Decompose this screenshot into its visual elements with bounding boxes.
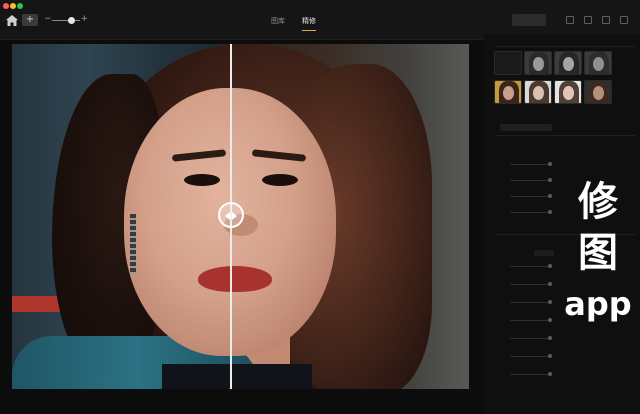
- toolbar-icon[interactable]: [584, 16, 592, 24]
- adjust-slider-knob[interactable]: [548, 194, 552, 198]
- preset-thumbnail[interactable]: [494, 80, 522, 104]
- preset-thumbnail[interactable]: [584, 51, 612, 75]
- photo-canvas[interactable]: [12, 44, 469, 389]
- maximize-window-button[interactable]: [17, 3, 23, 9]
- zoom-slider[interactable]: − +: [44, 14, 88, 26]
- adjust-slider-knob[interactable]: [548, 264, 552, 268]
- caption-line-3: app: [564, 285, 632, 323]
- adjust-slider[interactable]: [510, 266, 550, 267]
- minimize-window-button[interactable]: [10, 3, 16, 9]
- earring: [130, 214, 136, 274]
- preset-tag[interactable]: [500, 124, 552, 131]
- adjust-slider-knob[interactable]: [548, 178, 552, 182]
- adjust-slider-knob[interactable]: [548, 210, 552, 214]
- add-button[interactable]: +: [22, 14, 38, 26]
- export-button[interactable]: [512, 14, 546, 26]
- adjust-slider-knob[interactable]: [548, 162, 552, 166]
- tab-library[interactable]: 图库: [271, 17, 285, 26]
- compare-drag-handle[interactable]: [218, 202, 244, 228]
- adjust-slider[interactable]: [510, 180, 550, 181]
- preset-thumbnail[interactable]: [524, 80, 552, 104]
- adjust-slider[interactable]: [510, 212, 550, 213]
- adjust-slider-knob[interactable]: [548, 300, 552, 304]
- caption-line-2: 图: [578, 230, 618, 276]
- eye-left: [184, 174, 220, 186]
- adjust-slider-knob[interactable]: [548, 336, 552, 340]
- adjust-slider[interactable]: [510, 302, 550, 303]
- zoom-track[interactable]: [52, 20, 80, 21]
- home-icon[interactable]: [6, 15, 18, 26]
- adjust-slider[interactable]: [510, 338, 550, 339]
- preset-thumbnail[interactable]: [554, 80, 582, 104]
- adjust-slider[interactable]: [510, 356, 550, 357]
- adjust-slider-knob[interactable]: [548, 282, 552, 286]
- zoom-in-icon[interactable]: +: [80, 13, 88, 25]
- panel-divider: [496, 135, 636, 136]
- preset-thumbnail[interactable]: [524, 51, 552, 75]
- adjust-slider[interactable]: [510, 196, 550, 197]
- panel-divider: [496, 46, 636, 47]
- adjust-slider[interactable]: [510, 320, 550, 321]
- lips: [198, 266, 272, 292]
- adjust-slider-knob[interactable]: [548, 318, 552, 322]
- eye-right: [262, 174, 298, 186]
- preset-thumbnail[interactable]: [584, 80, 612, 104]
- value-field[interactable]: [534, 250, 554, 256]
- toolbar-icon[interactable]: [602, 16, 610, 24]
- adjust-slider-knob[interactable]: [548, 354, 552, 358]
- zoom-knob[interactable]: [68, 17, 75, 24]
- overlay-caption: 修 图 app: [560, 178, 636, 378]
- toolbar-icon[interactable]: [566, 16, 574, 24]
- active-tab-indicator: [302, 30, 316, 31]
- close-window-button[interactable]: [3, 3, 9, 9]
- zoom-out-icon[interactable]: −: [44, 13, 52, 25]
- toolbar-icon[interactable]: [620, 16, 628, 24]
- preset-thumbnail[interactable]: [554, 51, 582, 75]
- adjust-slider[interactable]: [510, 284, 550, 285]
- adjust-slider[interactable]: [510, 164, 550, 165]
- caption-line-1: 修: [578, 179, 618, 225]
- shirt: [162, 364, 312, 389]
- adjust-slider-knob[interactable]: [548, 372, 552, 376]
- tab-edit[interactable]: 精修: [302, 17, 316, 26]
- preset-thumbnail[interactable]: [494, 51, 522, 75]
- adjust-slider[interactable]: [510, 374, 550, 375]
